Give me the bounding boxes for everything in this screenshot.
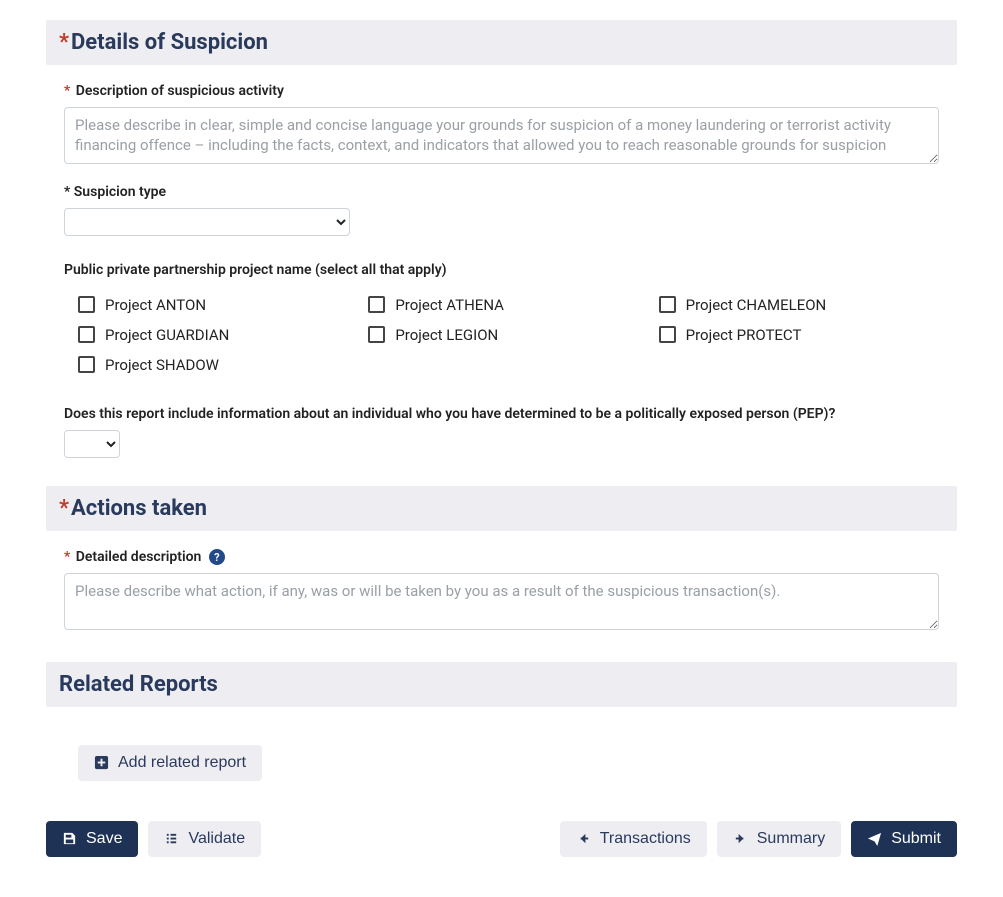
checkbox-icon xyxy=(78,356,95,373)
project-checkbox-chameleon[interactable]: Project CHAMELEON xyxy=(659,296,939,314)
project-checkbox-guardian[interactable]: Project GUARDIAN xyxy=(78,326,358,344)
related-heading: Related Reports xyxy=(59,672,944,697)
validate-button[interactable]: Validate xyxy=(148,821,261,857)
plus-square-icon xyxy=(94,755,109,770)
checkbox-icon xyxy=(78,326,95,343)
actions-section-body: * Detailed description ? xyxy=(46,549,957,634)
pep-select[interactable] xyxy=(64,430,120,458)
required-asterisk: * xyxy=(64,83,74,99)
checkbox-icon xyxy=(659,326,676,343)
add-related-report-button[interactable]: Add related report xyxy=(78,745,262,781)
details-heading: *Details of Suspicion xyxy=(59,30,944,55)
project-checkbox-grid: Project ANTON Project ATHENA Project CHA… xyxy=(64,296,939,374)
checkbox-icon xyxy=(368,326,385,343)
project-checkbox-shadow[interactable]: Project SHADOW xyxy=(78,356,358,374)
action-bar-left: Save Validate xyxy=(46,821,261,857)
summary-button[interactable]: Summary xyxy=(717,821,841,857)
actions-heading: *Actions taken xyxy=(59,496,944,521)
required-asterisk: * xyxy=(64,184,74,200)
project-checkbox-athena[interactable]: Project ATHENA xyxy=(368,296,648,314)
project-checkbox-protect[interactable]: Project PROTECT xyxy=(659,326,939,344)
description-textarea[interactable] xyxy=(64,107,939,164)
checkbox-icon xyxy=(368,296,385,313)
details-section-body: * Description of suspicious activity * S… xyxy=(46,83,957,458)
related-section-body: Add related report xyxy=(46,725,957,781)
actions-section-header: *Actions taken xyxy=(46,486,957,531)
project-checkbox-anton[interactable]: Project ANTON xyxy=(78,296,358,314)
details-section-header: *Details of Suspicion xyxy=(46,20,957,65)
suspicion-type-select[interactable] xyxy=(64,208,350,236)
save-button[interactable]: Save xyxy=(46,821,138,857)
action-bar-right: Transactions Summary Submit xyxy=(560,821,957,857)
required-asterisk: * xyxy=(59,30,69,55)
action-bar: Save Validate Transactions Summary Submi… xyxy=(46,821,957,857)
checkbox-icon xyxy=(659,296,676,313)
pep-label: Does this report include information abo… xyxy=(64,406,939,422)
detailed-description-textarea[interactable] xyxy=(64,573,939,630)
detailed-description-label: * Detailed description ? xyxy=(64,549,939,566)
help-icon[interactable]: ? xyxy=(209,549,225,565)
suspicion-type-label: * Suspicion type xyxy=(64,184,939,200)
related-section-header: Related Reports xyxy=(46,662,957,707)
checkbox-icon xyxy=(78,296,95,313)
submit-button[interactable]: Submit xyxy=(851,821,957,857)
description-label: * Description of suspicious activity xyxy=(64,83,939,99)
ppp-label: Public private partnership project name … xyxy=(64,262,939,278)
transactions-button[interactable]: Transactions xyxy=(560,821,707,857)
project-checkbox-legion[interactable]: Project LEGION xyxy=(368,326,648,344)
required-asterisk: * xyxy=(64,549,74,565)
required-asterisk: * xyxy=(59,496,69,521)
